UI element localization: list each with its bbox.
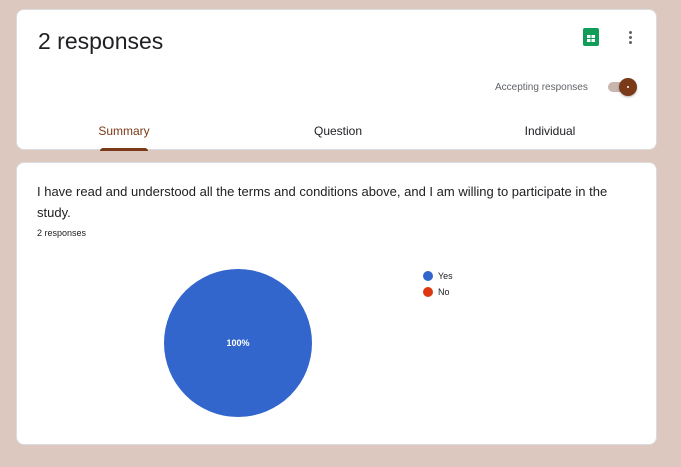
tab-summary[interactable]: Summary bbox=[77, 124, 171, 138]
active-tab-indicator bbox=[100, 148, 148, 151]
pie-data-label: 100% bbox=[226, 338, 249, 348]
legend-swatch-no bbox=[423, 287, 433, 297]
legend-label-yes: Yes bbox=[438, 271, 453, 281]
more-vert-icon[interactable] bbox=[620, 27, 640, 47]
legend-label-no: No bbox=[438, 287, 450, 297]
accepting-responses-label: Accepting responses bbox=[495, 82, 588, 93]
pie-chart: 100% bbox=[164, 269, 312, 417]
summary-header-card: 2 responses Accepting responses Summary … bbox=[16, 9, 657, 151]
question-summary-card: I have read and understood all the terms… bbox=[16, 162, 657, 445]
legend-swatch-yes bbox=[423, 271, 433, 281]
page-title: 2 responses bbox=[38, 28, 164, 54]
tab-individual[interactable]: Individual bbox=[502, 124, 598, 138]
accepting-responses-toggle[interactable] bbox=[606, 78, 639, 96]
legend-item-no: No bbox=[423, 284, 453, 300]
legend-item-yes: Yes bbox=[423, 268, 453, 284]
chart-legend: Yes No bbox=[423, 268, 453, 300]
google-sheets-icon[interactable] bbox=[581, 27, 601, 47]
tab-question[interactable]: Question bbox=[290, 124, 386, 138]
toggle-thumb bbox=[619, 78, 637, 96]
